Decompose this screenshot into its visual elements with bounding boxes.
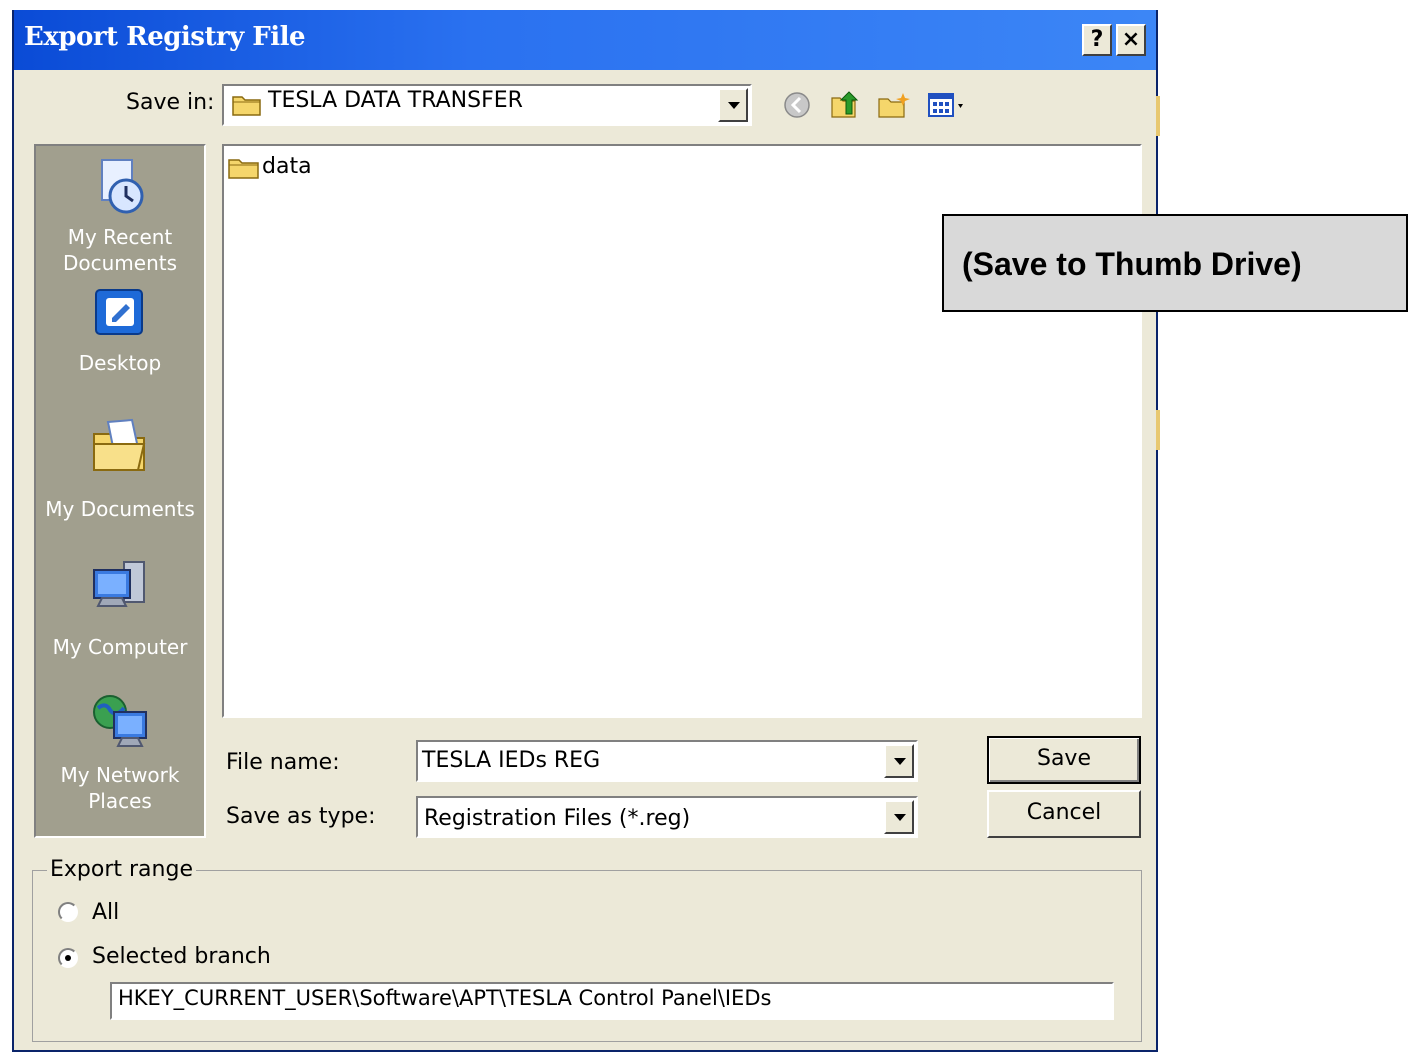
radio-selected-branch-label[interactable]: Selected branch [92,944,271,969]
radio-all-label[interactable]: All [92,900,119,925]
place-label: My Documents [45,497,195,521]
back-icon[interactable] [780,90,814,120]
folder-icon [228,159,259,179]
file-name-value: TESLA IEDs REG [422,748,601,773]
export-registry-dialog: Export Registry File ? × Save in: TESLA … [12,10,1158,1052]
place-my-computer[interactable]: My Computer [36,550,204,662]
help-button[interactable]: ? [1082,24,1112,56]
folder-icon [232,96,261,116]
places-bar: My Recent Documents Desktop My Documents [34,144,206,838]
radio-selected-branch[interactable] [58,948,78,968]
file-name-field[interactable]: TESLA IEDs REG [416,740,918,782]
recent-documents-icon [101,159,144,214]
place-my-recent-documents[interactable]: My Recent Documents [36,150,204,280]
up-one-level-icon[interactable] [828,90,862,120]
background-window-edge [1156,96,1160,136]
place-my-network-places[interactable]: My Network Places [36,686,204,826]
save-in-value: TESLA DATA TRANSFER [268,88,523,113]
branch-path-field[interactable]: HKEY_CURRENT_USER\Software\APT\TESLA Con… [110,982,1114,1020]
new-folder-icon[interactable] [876,90,910,120]
chevron-down-icon[interactable] [718,88,748,122]
my-computer-icon [93,561,145,607]
file-item-name: data [262,154,312,179]
place-desktop[interactable]: Desktop [36,284,204,396]
title-bar[interactable]: Export Registry File ? × [14,10,1156,70]
place-label: My Recent Documents [62,225,178,275]
place-label: Desktop [78,351,162,375]
place-my-documents[interactable]: My Documents [36,414,204,526]
save-button[interactable]: Save [987,736,1141,784]
place-label: My Computer [52,635,188,659]
background-window-edge [1156,410,1160,450]
file-name-label: File name: [226,750,340,775]
chevron-down-icon[interactable] [884,800,914,834]
place-label: My Network Places [60,763,180,813]
desktop-icon [95,289,143,335]
chevron-down-icon[interactable] [884,744,914,778]
save-in-label: Save in: [126,90,215,115]
save-as-type-label: Save as type: [226,804,376,829]
save-in-dropdown[interactable]: TESLA DATA TRANSFER [222,84,752,126]
save-as-type-dropdown[interactable]: Registration Files (*.reg) [416,796,918,838]
export-range-label: Export range [47,857,196,882]
save-as-type-value: Registration Files (*.reg) [424,806,691,831]
radio-all[interactable] [58,902,78,922]
close-button[interactable]: × [1116,24,1146,56]
cancel-button[interactable]: Cancel [987,790,1141,838]
view-menu-icon[interactable] [926,90,974,120]
annotation-callout: (Save to Thumb Drive) [942,214,1408,312]
annotation-text: (Save to Thumb Drive) [962,246,1302,282]
network-places-icon [93,695,147,747]
my-documents-icon [93,418,146,471]
window-title: Export Registry File [24,22,306,52]
